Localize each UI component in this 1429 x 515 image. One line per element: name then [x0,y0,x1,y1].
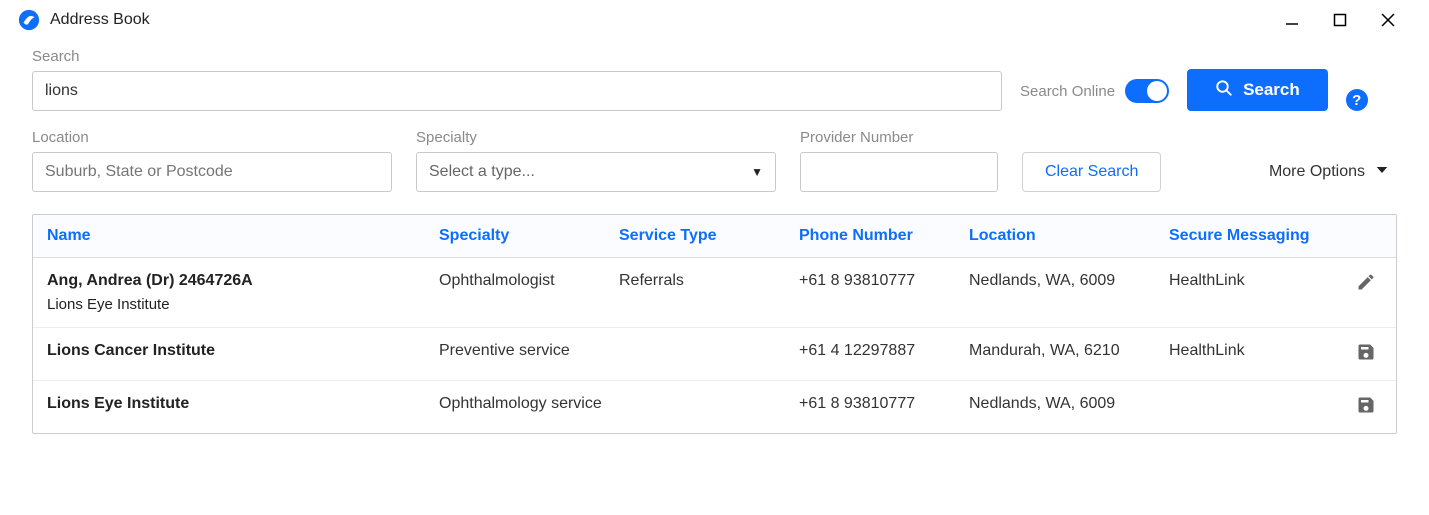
search-label: Search [32,48,1002,65]
save-icon[interactable] [1356,342,1376,362]
filter-row: Location Specialty Select a type... ▼ Pr… [32,129,1397,192]
row-secure-messaging: HealthLink [1165,342,1315,360]
save-icon[interactable] [1356,395,1376,415]
search-online-group: Search Online [1020,71,1169,111]
titlebar-left: Address Book [18,9,150,31]
row-name: Lions Cancer Institute [47,342,431,360]
provider-input[interactable] [800,152,998,192]
location-field: Location [32,129,392,192]
col-header-specialty[interactable]: Specialty [435,227,615,245]
search-field: Search [32,48,1002,111]
location-label: Location [32,129,392,146]
search-online-label: Search Online [1020,83,1115,100]
more-options-button[interactable]: More Options [1269,152,1397,192]
row-specialty: Ophthalmologist [435,272,615,290]
provider-label: Provider Number [800,129,998,146]
row-specialty: Preventive service [435,342,615,360]
row-specialty: Ophthalmology service [435,395,615,413]
row-location: Mandurah, WA, 6210 [965,342,1165,360]
row-location: Nedlands, WA, 6009 [965,395,1165,413]
col-header-location[interactable]: Location [965,227,1165,245]
table-header: Name Specialty Service Type Phone Number… [33,215,1396,258]
location-input[interactable] [32,152,392,192]
more-options-label: More Options [1269,163,1365,181]
col-header-secure-messaging[interactable]: Secure Messaging [1165,227,1315,245]
help-icon[interactable]: ? [1346,89,1368,111]
minimize-button[interactable] [1283,11,1301,29]
search-button-label: Search [1243,80,1300,100]
search-input[interactable] [32,71,1002,111]
edit-icon[interactable] [1356,272,1376,292]
titlebar: Address Book [0,0,1429,40]
row-name: Ang, Andrea (Dr) 2464726A [47,272,431,290]
search-online-toggle[interactable] [1125,79,1169,103]
address-book-window: Address Book Search Search Online [0,0,1429,515]
specialty-select[interactable]: Select a type... ▼ [416,152,776,192]
search-icon [1215,79,1233,102]
row-location: Nedlands, WA, 6009 [965,272,1165,290]
search-button[interactable]: Search [1187,69,1328,111]
row-subname: Lions Eye Institute [47,296,431,313]
row-phone: +61 8 93810777 [795,272,965,290]
row-name: Lions Eye Institute [47,395,431,413]
table-row[interactable]: Lions Eye Institute Ophthalmology servic… [33,381,1396,433]
clear-search-button[interactable]: Clear Search [1022,152,1161,192]
content-area: Search Search Online Search ? Location [0,40,1429,434]
provider-field: Provider Number [800,129,998,192]
window-title: Address Book [50,11,150,29]
chevron-down-icon [1373,161,1391,184]
close-button[interactable] [1379,11,1397,29]
col-header-service-type[interactable]: Service Type [615,227,795,245]
dropdown-caret-icon: ▼ [751,165,763,179]
results-table: Name Specialty Service Type Phone Number… [32,214,1397,434]
col-header-name[interactable]: Name [43,227,435,245]
window-controls [1283,11,1423,29]
row-phone: +61 8 93810777 [795,395,965,413]
search-row: Search Search Online Search ? [32,48,1397,111]
row-secure-messaging: HealthLink [1165,272,1315,290]
col-header-phone[interactable]: Phone Number [795,227,965,245]
specialty-field: Specialty Select a type... ▼ [416,129,776,192]
app-icon [18,9,40,31]
table-row[interactable]: Lions Cancer Institute Preventive servic… [33,328,1396,381]
specialty-label: Specialty [416,129,776,146]
row-service-type: Referrals [615,272,795,290]
row-phone: +61 4 12297887 [795,342,965,360]
table-row[interactable]: Ang, Andrea (Dr) 2464726A Lions Eye Inst… [33,258,1396,328]
maximize-button[interactable] [1331,11,1349,29]
specialty-placeholder: Select a type... [429,163,535,181]
